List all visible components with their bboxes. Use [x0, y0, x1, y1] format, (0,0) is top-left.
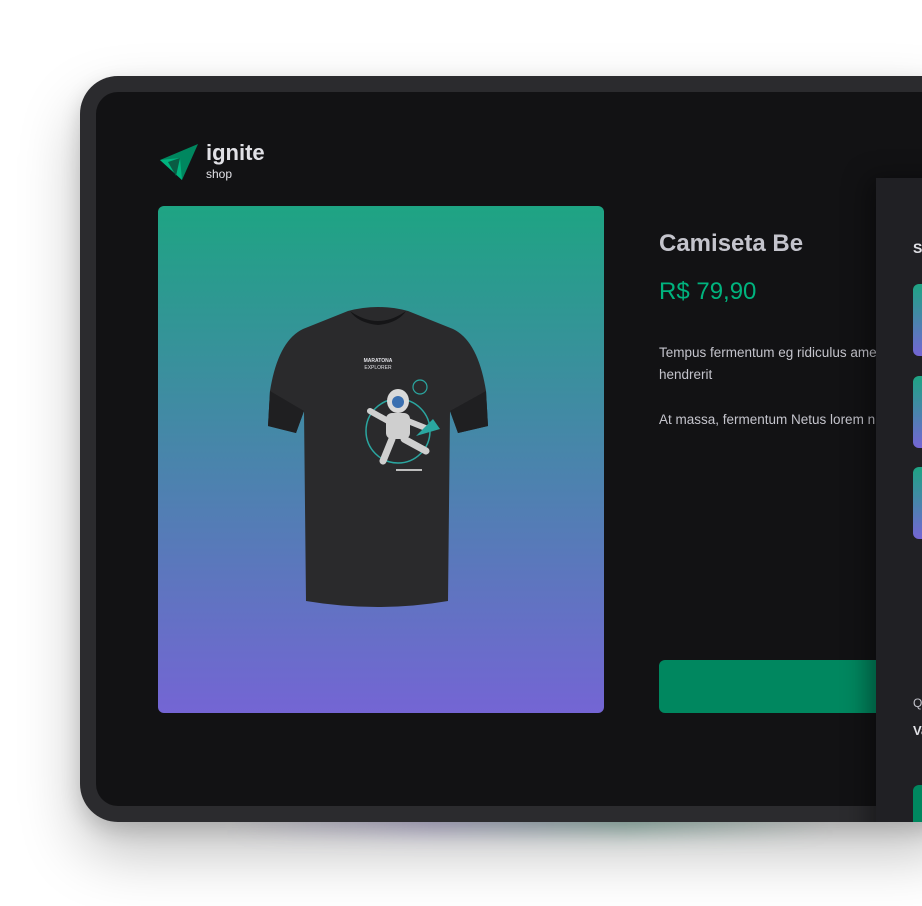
logo-icon [160, 144, 198, 180]
quantity-label: Quantidade [913, 696, 922, 710]
cart-sidebar: Sacola de co Quantidade Valor total [876, 178, 922, 822]
product-price: R$ 79,90 [659, 278, 757, 305]
cart-item-image [913, 376, 922, 448]
cart-item-image [913, 284, 922, 356]
total-label: Valor total [913, 723, 922, 738]
brand-subtitle: shop [206, 166, 233, 181]
checkout-button[interactable] [913, 785, 922, 822]
tshirt-image: MARATONA EXPLORER [268, 307, 488, 607]
product-title: Camiseta Be [659, 230, 804, 257]
logo[interactable]: ignite shop [158, 140, 265, 182]
shirt-print-line2: EXPLORER [364, 365, 392, 371]
cart-item-image [913, 467, 922, 539]
product-image: MARATONA EXPLORER [158, 206, 604, 713]
shirt-print-line1: MARATONA [364, 358, 393, 364]
brand-name: ignite [206, 139, 265, 165]
device-frame: ignite shop MARATONA EXPLORER Camiseta B… [80, 76, 922, 822]
app-screen: ignite shop MARATONA EXPLORER Camiseta B… [96, 92, 922, 806]
cart-title: Sacola de co [913, 240, 922, 256]
